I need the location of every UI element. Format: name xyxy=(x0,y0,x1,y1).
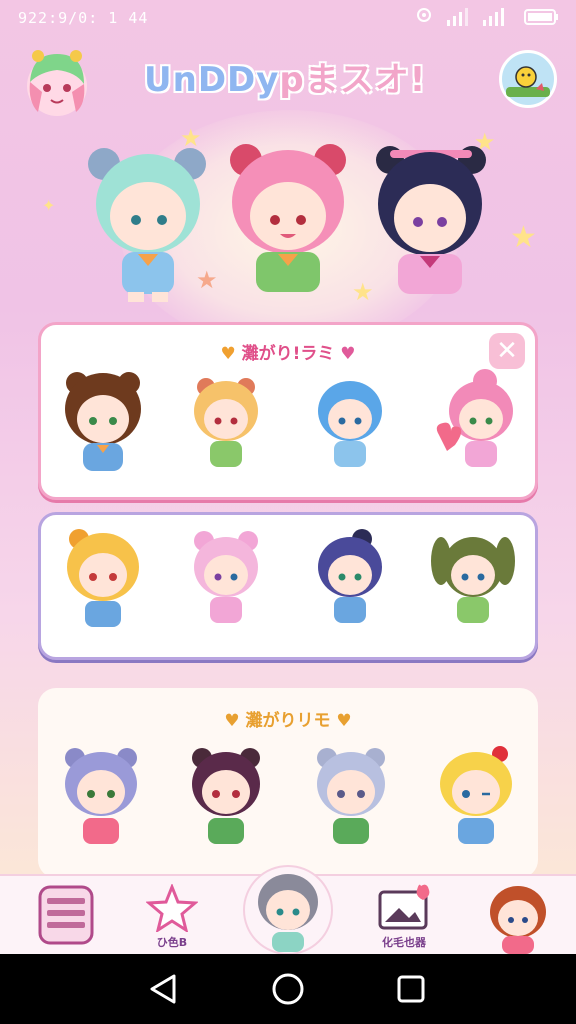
player-avatar[interactable] xyxy=(16,42,98,124)
bottom-tab-bar: ひ色B 化毛也器 xyxy=(0,865,576,956)
tab-home[interactable] xyxy=(240,862,336,956)
character-panel-3: ♥ 灘がりリモ ♥ xyxy=(38,688,538,878)
character-violet[interactable] xyxy=(53,740,149,860)
character-panel-1: ♥ 灘がり!ラミ ♥ ✕ xyxy=(38,322,538,500)
close-icon: ✕ xyxy=(496,336,518,366)
hero-character-pink xyxy=(230,144,346,292)
heart-icon: ♥ xyxy=(340,344,356,364)
tab-gallery-label: 化毛也器 xyxy=(382,936,426,949)
status-time: 922:9/0: 1 44 xyxy=(18,9,149,27)
signal-icon xyxy=(447,8,468,26)
character-panel-2 xyxy=(38,512,538,660)
heart-icon: ♥ xyxy=(336,711,352,731)
heart-icon: ♥ xyxy=(220,344,236,364)
title-part-b: pまスオ! xyxy=(279,60,427,100)
gear-icon xyxy=(506,66,550,97)
star-icon: ✦ xyxy=(42,196,56,215)
game-title: UnDDypまスオ! xyxy=(144,52,426,101)
panel-1-heading-text: 灘がり!ラミ xyxy=(241,344,335,364)
character-avatar-icon xyxy=(243,865,333,955)
character-blonde[interactable] xyxy=(428,740,524,860)
profile-avatar-icon xyxy=(490,886,546,954)
character-pink-bun[interactable] xyxy=(425,365,521,485)
panel-2-characters xyxy=(41,521,535,641)
heart-icon: ♥ xyxy=(224,711,240,731)
settings-button[interactable] xyxy=(499,50,557,108)
character-brown[interactable] xyxy=(55,365,151,485)
tab-favorites[interactable]: ひ色B xyxy=(124,876,220,956)
status-icons xyxy=(416,8,560,26)
hero-character-mint xyxy=(88,148,206,302)
character-plum[interactable] xyxy=(178,740,274,860)
star-icon xyxy=(145,882,199,934)
close-button[interactable]: ✕ xyxy=(489,333,525,369)
tab-favorites-label: ひ色B xyxy=(156,936,188,949)
panel-1-characters xyxy=(41,365,535,485)
signal-icon xyxy=(483,8,504,26)
picture-frame-icon xyxy=(378,884,430,930)
panel-3-heading-text: 灘がりリモ xyxy=(245,711,331,731)
character-yellow[interactable] xyxy=(55,521,151,641)
recents-icon[interactable] xyxy=(388,966,434,1012)
character-silver[interactable] xyxy=(303,740,399,860)
system-nav-bar xyxy=(0,954,576,1024)
character-orange[interactable] xyxy=(178,365,274,485)
tab-profile[interactable] xyxy=(470,876,566,956)
tab-gallery[interactable]: 化毛也器 xyxy=(356,876,452,956)
title-part-a: UnDDy xyxy=(144,60,280,100)
character-indigo[interactable] xyxy=(302,521,398,641)
panel-3-heading: ♥ 灘がりリモ ♥ xyxy=(38,706,538,731)
home-icon[interactable] xyxy=(265,966,311,1012)
panel-3-characters xyxy=(38,740,538,860)
back-icon[interactable] xyxy=(140,966,186,1012)
character-olive[interactable] xyxy=(425,521,521,641)
hero-character-navy xyxy=(376,146,486,294)
hero-characters xyxy=(88,144,486,302)
character-blue[interactable] xyxy=(302,365,398,485)
location-icon xyxy=(417,8,431,22)
character-lilac[interactable] xyxy=(178,521,274,641)
tab-menu[interactable] xyxy=(18,876,114,956)
status-bar: 922:9/0: 1 44 xyxy=(0,0,576,36)
battery-icon xyxy=(524,9,558,25)
panel-1-heading: ♥ 灘がり!ラミ ♥ xyxy=(41,339,535,364)
menu-board-icon xyxy=(38,885,94,945)
